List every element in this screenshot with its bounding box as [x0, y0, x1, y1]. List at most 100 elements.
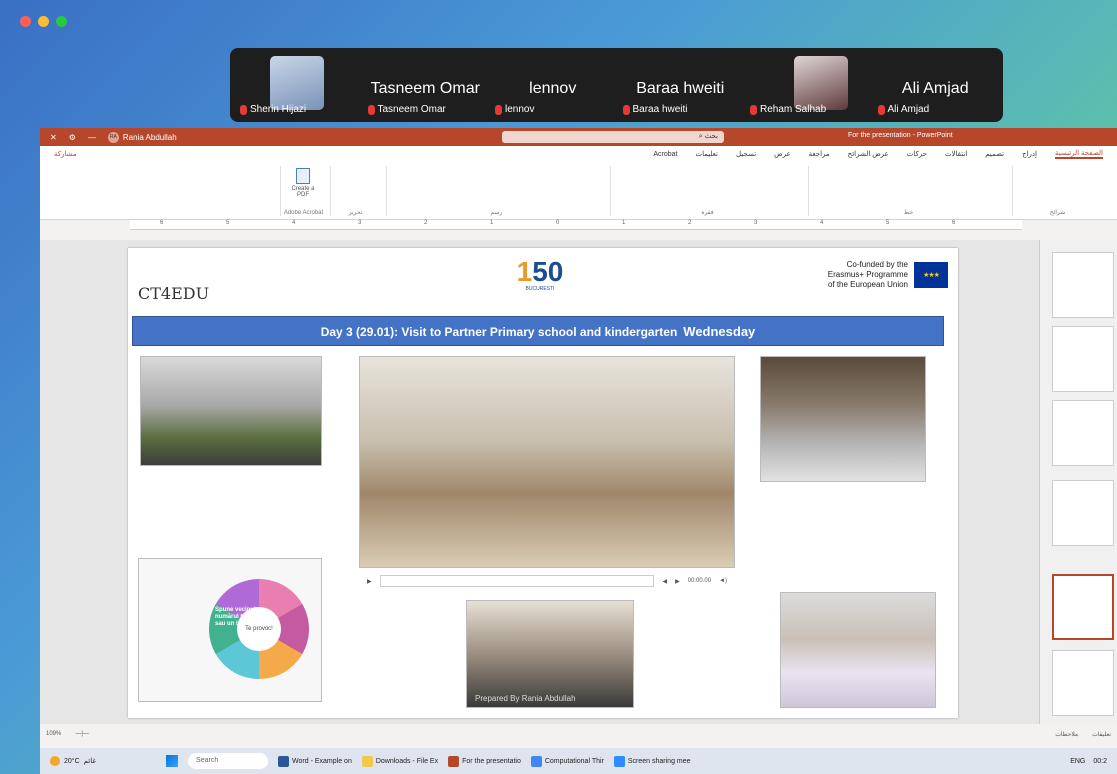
forward-icon[interactable]: ▶: [675, 578, 680, 585]
maximize-dot[interactable]: [56, 16, 67, 27]
tab-slideshow[interactable]: عرض الشرائح: [848, 150, 889, 158]
powerpoint-icon: [448, 755, 460, 767]
ribbon-group-editing: تحرير: [330, 166, 380, 216]
horizontal-ruler: 6 5 4 3 2 1 0 1 2 3 4 5 6: [130, 220, 1022, 230]
ribbon-group-font: خط: [808, 166, 1008, 216]
participant-display-name: lennov: [529, 80, 577, 97]
search-input[interactable]: ⌕ بحث: [502, 131, 724, 143]
ribbon-tabs: الصفحة الرئيسية إدراج تصميم انتقالات حرك…: [40, 146, 1117, 162]
participant-name-tag: Baraa hweiti: [622, 104, 688, 115]
laptop-photo[interactable]: [760, 356, 926, 482]
folder-icon: [361, 755, 373, 767]
taskbar-search[interactable]: Search: [188, 753, 269, 769]
taskbar-app-powerpoint[interactable]: For the presentatio: [448, 755, 521, 767]
word-icon: [278, 755, 290, 767]
ppt-titlebar: ✕ ⚙ — RA Rania Abdullah ⌕ بحث For the pre…: [40, 128, 1117, 146]
mic-muted-icon: [750, 104, 757, 115]
ribbon-group-acrobat: Adobe Acrobat: [280, 166, 326, 216]
language-indicator[interactable]: ENG: [1070, 758, 1085, 765]
zoom-slider[interactable]: —|—: [75, 731, 89, 737]
spinner-wheel: Te provoc!: [209, 579, 309, 679]
clock[interactable]: 00:2: [1093, 758, 1107, 765]
taskbar-app-chrome[interactable]: Computational Thir: [530, 755, 604, 767]
avatar: [794, 56, 848, 110]
status-bar: 109% —|— ملاحظات تعليقات: [40, 728, 1117, 740]
classroom-photo[interactable]: [140, 356, 322, 466]
weather-icon: [50, 756, 60, 766]
windows-start-icon[interactable]: [166, 755, 179, 767]
ribbon: Create a PDF Adobe Acrobat تحرير رسم فقر…: [40, 162, 1117, 220]
minimize-dot[interactable]: [38, 16, 49, 27]
mic-muted-icon: [877, 104, 885, 115]
slide-editing-area: CT4EDU 150 BUCURESTI Co-funded by the Er…: [40, 240, 1117, 724]
tab-animations[interactable]: حركات: [907, 150, 927, 158]
close-icon[interactable]: ✕: [50, 133, 57, 142]
ribbon-group-drawing: رسم: [386, 166, 606, 216]
participant-tile[interactable]: lennov lennov: [491, 52, 615, 118]
chrome-icon: [530, 755, 542, 767]
mic-muted-icon: [367, 104, 375, 115]
ct4edu-logo: CT4EDU: [138, 284, 210, 303]
video-progress-bar[interactable]: [379, 575, 655, 587]
system-tray: ENG 00:2: [1070, 758, 1107, 765]
current-slide[interactable]: CT4EDU 150 BUCURESTI Co-funded by the Er…: [128, 248, 958, 718]
participant-name-tag: Tasneem Omar: [367, 104, 446, 115]
participant-tile[interactable]: Ali Amjad Ali Amjad: [874, 52, 998, 118]
nap-room-photo[interactable]: [780, 592, 936, 708]
notes-button[interactable]: ملاحظات: [1055, 731, 1078, 738]
participant-display-name: Ali Amjad: [901, 80, 969, 97]
taskbar-app-zoom[interactable]: Screen sharing mee: [613, 755, 691, 767]
slide-thumbnail[interactable]: [1052, 574, 1114, 640]
wheel-slice-text: Spune vecinul numărul tău sau un lucru: [215, 607, 256, 627]
slide-thumbnails-pane: [1039, 240, 1117, 724]
tab-record[interactable]: تسجيل: [736, 150, 756, 158]
slide-thumbnail[interactable]: [1052, 252, 1114, 318]
participant-display-name: Baraa hweiti: [636, 80, 725, 97]
students-photo[interactable]: Prepared By Rania Abdullah: [466, 600, 634, 708]
tab-acrobat[interactable]: Acrobat: [653, 151, 677, 158]
mic-muted-icon: [622, 104, 630, 115]
kindergarten-video[interactable]: [359, 356, 735, 568]
play-icon[interactable]: ▶: [367, 578, 372, 585]
weather-widget[interactable]: 20°C غائم: [50, 756, 96, 766]
participant-name-tag: Ali Amjad: [877, 104, 929, 115]
participant-tile[interactable]: Baraa hweiti Baraa hweiti: [619, 52, 743, 118]
tab-home[interactable]: الصفحة الرئيسية: [1054, 149, 1103, 159]
slide-thumbnail[interactable]: [1052, 326, 1114, 392]
document-title: For the presentation - PowerPoint: [848, 132, 953, 139]
avatar: [270, 56, 324, 110]
tab-help[interactable]: تعليمات: [695, 150, 718, 158]
rewind-icon[interactable]: ◀: [662, 578, 667, 585]
video-time: 00:00.00: [687, 578, 712, 584]
taskbar-app-explorer[interactable]: Downloads - File Ex: [361, 755, 438, 767]
comments-button[interactable]: تعليقات: [1092, 731, 1111, 738]
eu-flag-icon: ★★★: [914, 262, 948, 288]
participant-tile[interactable]: Reham Salhab: [746, 52, 870, 118]
spinner-wheel-photo[interactable]: Te provoc! Spune vecinul numărul tău sau…: [138, 558, 322, 702]
ribbon-group-slides: شرائح: [1012, 166, 1102, 216]
mic-muted-icon: [240, 104, 247, 115]
volume-icon[interactable]: ◄): [719, 578, 727, 584]
participant-tile[interactable]: Sherin Hijazi: [236, 52, 360, 118]
close-dot[interactable]: [20, 16, 31, 27]
settings-icon[interactable]: ⚙: [69, 133, 76, 142]
slide-thumbnail[interactable]: [1052, 400, 1114, 466]
tab-review[interactable]: مراجعة: [809, 150, 830, 158]
powerpoint-window: ✕ ⚙ — RA Rania Abdullah ⌕ بحث For the pre…: [40, 128, 1117, 748]
participant-tile[interactable]: Tasneem Omar Tasneem Omar: [364, 52, 488, 118]
participant-display-name: Tasneem Omar: [370, 80, 480, 97]
tab-insert[interactable]: إدراج: [1022, 150, 1037, 158]
tab-design[interactable]: تصميم: [985, 150, 1004, 158]
tab-view[interactable]: عرض: [774, 150, 791, 158]
minimize-icon[interactable]: —: [88, 133, 96, 142]
video-player-controls: ▶ ◀ ▶ 00:00.00 ◄): [367, 572, 727, 590]
slide-thumbnail[interactable]: [1052, 650, 1114, 716]
tab-transitions[interactable]: انتقالات: [945, 150, 967, 158]
taskbar-app-word[interactable]: Word - Example on: [278, 755, 352, 767]
zoom-icon: [613, 755, 625, 767]
participant-name-tag: lennov: [495, 104, 534, 115]
slide-thumbnail[interactable]: [1052, 480, 1114, 546]
share-button[interactable]: مشاركة: [54, 150, 77, 158]
zoom-level[interactable]: 109%: [46, 731, 61, 737]
user-account[interactable]: RA Rania Abdullah: [107, 131, 177, 143]
